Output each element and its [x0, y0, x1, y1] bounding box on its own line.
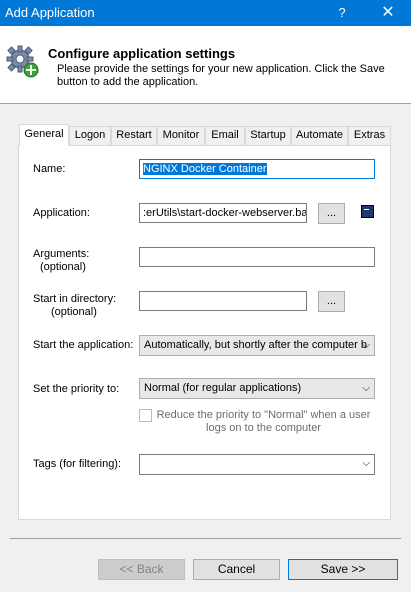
- arguments-optional-hint: (optional): [40, 261, 86, 273]
- chevron-down-icon: ⌵: [362, 340, 370, 351]
- start-application-label: Start the application:: [33, 339, 134, 351]
- window-title: Add Application: [5, 5, 95, 20]
- application-label: Application:: [33, 207, 90, 219]
- header-divider: [0, 103, 411, 104]
- start-directory-field[interactable]: [139, 291, 307, 311]
- tab-startup[interactable]: Startup: [245, 126, 291, 145]
- help-button[interactable]: ?: [319, 0, 365, 26]
- back-button[interactable]: << Back: [98, 559, 185, 580]
- tab-email[interactable]: Email: [205, 126, 245, 145]
- start-directory-optional-hint: (optional): [51, 306, 97, 318]
- name-field-value: NGINX Docker Container: [143, 163, 267, 175]
- start-application-value: Automatically, but shortly after the com…: [144, 339, 367, 351]
- tab-general[interactable]: General: [19, 124, 69, 146]
- name-label: Name:: [33, 163, 66, 175]
- arguments-field[interactable]: [139, 247, 375, 267]
- tab-logon[interactable]: Logon: [69, 126, 111, 145]
- application-field[interactable]: :erUtils\start-docker-webserver.bat: [139, 203, 307, 223]
- tab-extras[interactable]: Extras: [348, 126, 391, 145]
- dialog-header: Configure application settings Please pr…: [0, 26, 411, 103]
- chevron-down-icon: ⌵: [362, 383, 370, 394]
- reduce-priority-label: Reduce the priority to "Normal" when a u…: [156, 409, 371, 434]
- start-directory-label: Start in directory:: [33, 293, 117, 305]
- save-button[interactable]: Save >>: [288, 559, 398, 580]
- tags-label: Tags (for filtering):: [33, 458, 122, 470]
- tab-automate[interactable]: Automate: [291, 126, 348, 145]
- close-button[interactable]: ✕: [365, 0, 411, 26]
- tab-restart[interactable]: Restart: [111, 126, 157, 145]
- start-application-select[interactable]: Automatically, but shortly after the com…: [139, 335, 375, 356]
- chevron-down-icon: ⌵: [362, 458, 370, 469]
- reduce-priority-checkbox[interactable]: [139, 409, 152, 422]
- application-browse-button[interactable]: ...: [318, 203, 345, 224]
- header-description: Please provide the settings for your new…: [57, 63, 385, 88]
- tags-combobox[interactable]: ⌵: [139, 454, 375, 475]
- cancel-button[interactable]: Cancel: [193, 559, 280, 580]
- priority-value: Normal (for regular applications): [144, 382, 302, 394]
- title-bar: Add Application ? ✕: [0, 0, 411, 26]
- priority-select[interactable]: Normal (for regular applications) ⌵: [139, 378, 375, 399]
- arguments-label: Arguments:: [33, 248, 90, 260]
- priority-label: Set the priority to:: [33, 383, 120, 395]
- header-title: Configure application settings: [48, 46, 236, 61]
- gear-add-icon: [6, 45, 39, 78]
- name-field[interactable]: NGINX Docker Container: [139, 159, 375, 179]
- terminal-icon[interactable]: [361, 205, 374, 218]
- footer-divider: [10, 538, 401, 539]
- tab-monitor[interactable]: Monitor: [157, 126, 205, 145]
- start-directory-browse-button[interactable]: ...: [318, 291, 345, 312]
